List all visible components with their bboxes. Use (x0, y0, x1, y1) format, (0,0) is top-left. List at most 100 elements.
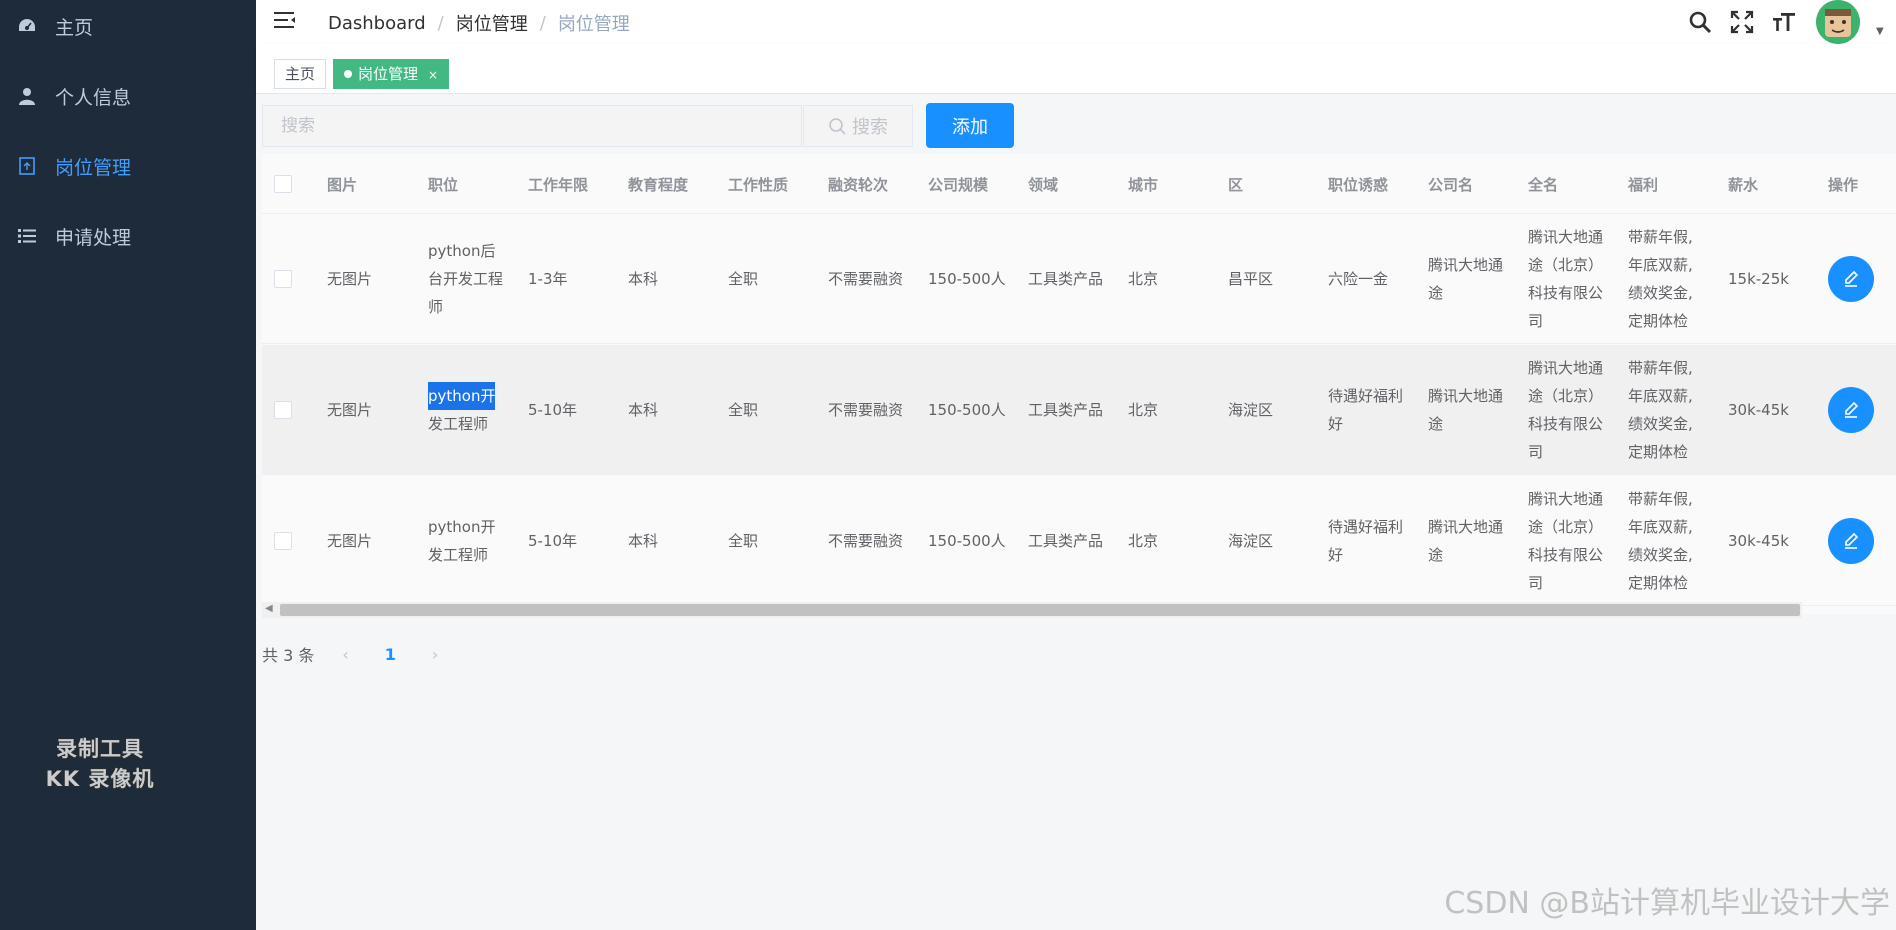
cell-line: 途（北京） (1528, 256, 1604, 274)
cell-nature: 全职 (728, 401, 759, 419)
close-icon[interactable]: × (428, 68, 438, 82)
column-header[interactable]: 领域 (1028, 174, 1058, 195)
column-header[interactable]: 全名 (1528, 174, 1558, 195)
cell-funding: 不需要融资 (828, 532, 904, 550)
edit-button[interactable] (1828, 518, 1874, 564)
font-size-icon[interactable] (1772, 10, 1796, 34)
cell-line: 台开发工程 (428, 270, 504, 288)
column-header[interactable]: 工作性质 (728, 174, 788, 195)
active-dot-icon (344, 70, 352, 78)
breadcrumb-item[interactable]: Dashboard (328, 13, 426, 34)
column-header[interactable]: 城市 (1128, 174, 1158, 195)
cell-district: 昌平区 (1228, 270, 1274, 288)
column-header[interactable]: 福利 (1628, 174, 1658, 195)
cell-line: 定期体检 (1628, 312, 1689, 330)
cell-education: 本科 (628, 270, 659, 288)
column-header[interactable]: 薪水 (1728, 174, 1758, 195)
prev-page-button[interactable]: ‹ (342, 645, 348, 664)
cell-company: 腾讯大地通 途 (1428, 382, 1503, 438)
cell-fullname: 腾讯大地通 途（北京） 科技有限公 司 (1528, 354, 1603, 466)
cell-line: python后 (428, 242, 496, 260)
cell-line: python开 (428, 382, 496, 410)
sidebar-item-label: 主页 (55, 16, 94, 39)
sidebar-item-profile[interactable]: 个人信息 (0, 61, 256, 131)
user-icon (16, 85, 38, 107)
column-header[interactable]: 融资轮次 (828, 174, 888, 195)
scroll-left-icon[interactable]: ◀ (265, 603, 273, 614)
cell-field: 工具类产品 (1028, 532, 1104, 550)
edit-icon (1845, 401, 1859, 418)
cell-line: 司 (1528, 312, 1544, 330)
column-header[interactable]: 工作年限 (528, 174, 588, 195)
watermark-line: KK 录像机 (45, 767, 155, 791)
cell-line: 带薪年假, (1628, 228, 1693, 246)
horizontal-scrollbar[interactable]: ◀ (262, 602, 1802, 618)
next-page-button[interactable]: › (432, 645, 438, 664)
cell-line: 绩效奖金, (1628, 415, 1693, 433)
column-header[interactable]: 职位诱惑 (1328, 174, 1388, 195)
table-row[interactable]: 无图片 python后 台开发工程 师 1-3年 本科 全职 不需要融资 150… (262, 214, 1896, 344)
tag-jobs[interactable]: 岗位管理 × (333, 59, 450, 89)
table-row[interactable]: 无图片 python开 发工程师 5-10年 本科 全职 不需要融资 150-5… (262, 476, 1896, 606)
breadcrumb-separator: / (437, 12, 444, 34)
column-header[interactable]: 教育程度 (628, 174, 688, 195)
column-header[interactable]: 职位 (428, 174, 458, 195)
edit-icon (1845, 270, 1859, 287)
column-header[interactable]: 区 (1228, 174, 1243, 195)
main-content: 搜索 添加 图片 职位 工作年限 教育程度 工作性质 融资轮次 公司规模 领域 … (256, 94, 1896, 930)
cell-line: 腾讯大地通 (1528, 228, 1604, 246)
sidebar-item-label: 个人信息 (55, 86, 132, 109)
edit-button[interactable] (1828, 256, 1874, 302)
column-header[interactable]: 公司名 (1428, 174, 1473, 195)
cell-temptation: 待遇好福利 好 (1328, 382, 1403, 438)
select-all-checkbox[interactable] (274, 175, 292, 193)
cell-years: 5-10年 (528, 401, 578, 419)
cell-fullname: 腾讯大地通 途（北京） 科技有限公 司 (1528, 485, 1603, 597)
dashboard-icon (16, 15, 38, 37)
breadcrumb: Dashboard / 岗位管理 / 岗位管理 (328, 10, 630, 36)
cell-salary: 30k-45k (1728, 401, 1789, 419)
document-icon (16, 155, 38, 177)
cell-education: 本科 (628, 401, 659, 419)
search-input[interactable] (262, 105, 802, 147)
search-button[interactable]: 搜索 (803, 105, 913, 147)
column-header[interactable]: 图片 (327, 174, 357, 195)
table-row[interactable]: 无图片 python开 发工程师 5-10年 本科 全职 不需要融资 150-5… (262, 345, 1896, 475)
cell-welfare: 带薪年假, 年底双薪, 绩效奖金, 定期体检 (1628, 223, 1693, 335)
add-button[interactable]: 添加 (926, 103, 1014, 148)
breadcrumb-item: 岗位管理 (557, 14, 630, 35)
column-header: 操作 (1828, 176, 1859, 194)
sidebar-item-jobs[interactable]: 岗位管理 (0, 131, 256, 201)
cell-field: 工具类产品 (1028, 401, 1104, 419)
cell-line: 腾讯大地通 (1428, 256, 1504, 274)
breadcrumb-item[interactable]: 岗位管理 (456, 10, 528, 36)
row-checkbox[interactable] (274, 270, 292, 288)
edit-icon (1845, 532, 1859, 549)
column-header[interactable]: 公司规模 (928, 174, 988, 195)
avatar[interactable] (1816, 0, 1860, 44)
scrollbar-thumb[interactable] (280, 604, 1800, 616)
cell-line: 六险一金 (1328, 270, 1389, 288)
sidebar-item-home[interactable]: 主页 (0, 0, 256, 61)
cell-city: 北京 (1128, 532, 1159, 550)
cell-line: 发工程师 (428, 546, 489, 564)
cell-line: 年底双薪, (1628, 256, 1693, 274)
cell-line: 绩效奖金, (1628, 284, 1693, 302)
cell-years: 1-3年 (528, 270, 568, 288)
cell-line: 腾讯大地通 (1528, 490, 1604, 508)
search-icon[interactable] (1688, 10, 1712, 34)
cell-line: 途 (1428, 284, 1444, 302)
row-checkbox[interactable] (274, 401, 292, 419)
row-checkbox[interactable] (274, 532, 292, 550)
page-number[interactable]: 1 (385, 645, 396, 664)
edit-button[interactable] (1828, 387, 1874, 433)
fullscreen-icon[interactable] (1730, 10, 1754, 34)
cell-funding: 不需要融资 (828, 401, 904, 419)
cell-size: 150-500人 (928, 270, 1006, 288)
cell-city: 北京 (1128, 270, 1159, 288)
tag-home[interactable]: 主页 (274, 59, 327, 89)
cell-line: 待遇好福利 (1328, 387, 1404, 405)
caret-down-icon[interactable]: ▼ (1876, 26, 1884, 37)
sidebar-item-applications[interactable]: 申请处理 (0, 201, 256, 271)
hamburger-icon[interactable] (274, 10, 296, 32)
